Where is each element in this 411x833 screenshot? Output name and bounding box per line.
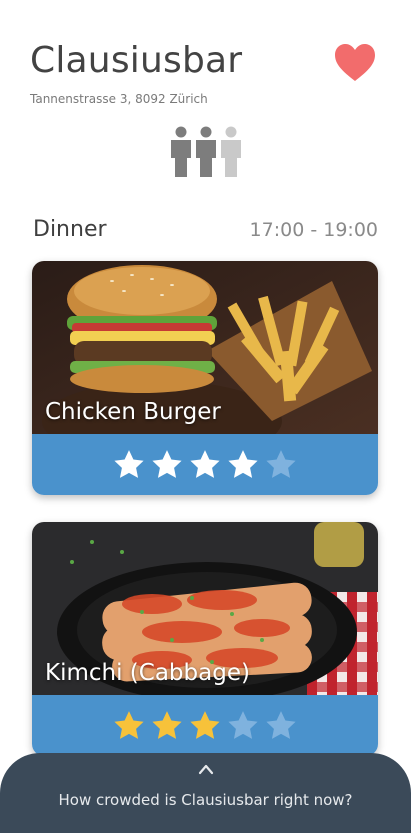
star-filled-icon[interactable] <box>112 709 146 743</box>
rating-bar[interactable] <box>32 695 378 756</box>
dish-card[interactable]: Kimchi (Cabbage) <box>32 522 378 756</box>
meal-label: Dinner <box>33 217 107 242</box>
crowd-feedback-sheet[interactable]: How crowded is Clausiusbar right now? <box>0 753 411 833</box>
dish-name: Chicken Burger <box>45 399 221 425</box>
star-empty-icon[interactable] <box>264 709 298 743</box>
restaurant-address: Tannenstrasse 3, 8092 Zürich <box>30 92 208 106</box>
star-filled-icon[interactable] <box>188 709 222 743</box>
person-icon <box>196 126 216 177</box>
star-filled-icon[interactable] <box>226 448 260 482</box>
star-filled-icon[interactable] <box>112 448 146 482</box>
crowd-level-icon <box>171 126 241 177</box>
meal-time: 17:00 - 19:00 <box>249 219 378 241</box>
dish-card[interactable]: Chicken Burger <box>32 261 378 495</box>
rating-bar[interactable] <box>32 434 378 495</box>
chevron-up-icon[interactable] <box>198 763 214 775</box>
star-filled-icon[interactable] <box>150 448 184 482</box>
star-empty-icon[interactable] <box>226 709 260 743</box>
favorite-heart-icon[interactable] <box>334 43 376 83</box>
person-icon <box>221 126 241 177</box>
person-icon <box>171 126 191 177</box>
restaurant-title: Clausiusbar <box>30 40 243 81</box>
star-filled-icon[interactable] <box>188 448 222 482</box>
dish-name: Kimchi (Cabbage) <box>45 660 250 686</box>
crowd-feedback-prompt[interactable]: How crowded is Clausiusbar right now? <box>0 791 411 809</box>
star-empty-icon[interactable] <box>264 448 298 482</box>
star-filled-icon[interactable] <box>150 709 184 743</box>
